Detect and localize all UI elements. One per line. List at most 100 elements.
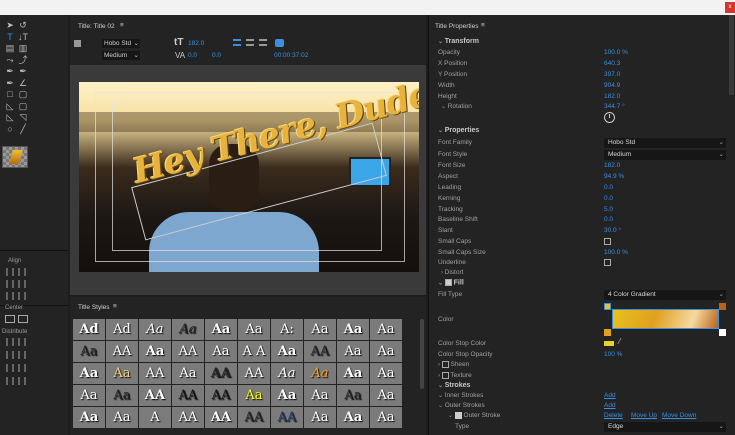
baseline-shift-value[interactable]: 0.0 bbox=[604, 216, 613, 223]
texture-checkbox[interactable] bbox=[441, 372, 449, 379]
font-family-select[interactable]: Hobo Std ⌄ bbox=[604, 138, 726, 148]
fill-type-select[interactable]: 4 Color Gradient ⌄ bbox=[604, 290, 726, 300]
small-caps-checkbox[interactable] bbox=[604, 238, 611, 245]
title-style-swatch[interactable]: Aa bbox=[106, 407, 138, 428]
title-style-swatch[interactable]: Aa bbox=[370, 341, 402, 362]
rotation-value[interactable]: 344.7 ° bbox=[604, 103, 625, 110]
title-style-swatch[interactable]: AA bbox=[139, 385, 171, 406]
title-style-swatch[interactable]: AA bbox=[205, 407, 237, 428]
color-stop-bottom-right[interactable] bbox=[719, 329, 726, 336]
title-style-swatch[interactable]: Aa bbox=[337, 407, 369, 428]
title-style-swatch[interactable]: Aa bbox=[139, 341, 171, 362]
height-value[interactable]: 182.0 bbox=[604, 93, 620, 100]
inner-strokes-toggle[interactable]: ⌄ Inner Strokes bbox=[438, 392, 483, 399]
align-distribute-button[interactable] bbox=[6, 351, 14, 359]
kerning-value[interactable]: 0.0 bbox=[604, 195, 613, 202]
rotation-dial[interactable] bbox=[604, 112, 615, 123]
clipped-corner-tool-icon[interactable]: ◺ bbox=[5, 101, 15, 111]
rounded-corner-tool-icon[interactable]: ▢ bbox=[18, 101, 28, 111]
width-value[interactable]: 904.9 bbox=[604, 82, 620, 89]
title-style-swatch[interactable]: Aa bbox=[271, 385, 303, 406]
title-style-swatch[interactable]: Aa bbox=[205, 319, 237, 340]
font-style-select[interactable]: Medium ⌄ bbox=[604, 150, 726, 160]
title-style-swatch[interactable]: AA bbox=[139, 363, 171, 384]
color-stop-top-left[interactable] bbox=[604, 303, 611, 310]
title-style-swatch[interactable]: Aa bbox=[337, 385, 369, 406]
title-style-swatch[interactable]: Ad bbox=[73, 319, 105, 340]
center-vertical-button[interactable] bbox=[18, 315, 28, 323]
title-style-swatch[interactable]: AA bbox=[238, 363, 270, 384]
title-style-swatch[interactable]: A bbox=[139, 407, 171, 428]
type-tool-icon[interactable]: T bbox=[5, 32, 15, 42]
outer-stroke-checkbox[interactable] bbox=[454, 412, 462, 419]
fill-checkbox[interactable] bbox=[444, 279, 452, 286]
sheen-toggle[interactable]: › Sheen bbox=[438, 361, 469, 368]
title-style-swatch[interactable]: Aa bbox=[238, 385, 270, 406]
opacity-value[interactable]: 100.0 % bbox=[604, 49, 628, 56]
add-outer-stroke-link[interactable]: Add bbox=[604, 402, 616, 409]
align-distribute-button[interactable] bbox=[18, 280, 26, 288]
title-style-swatch[interactable]: Aa bbox=[304, 407, 336, 428]
stroke-type-select[interactable]: Edge ⌄ bbox=[604, 422, 726, 432]
tracking-value[interactable]: 5.0 bbox=[604, 206, 613, 213]
title-style-swatch[interactable]: Aa bbox=[106, 385, 138, 406]
close-icon[interactable]: x bbox=[725, 2, 735, 13]
slant-value[interactable]: 30.0 ° bbox=[604, 227, 621, 234]
title-style-swatch[interactable]: AA bbox=[271, 407, 303, 428]
align-distribute-button[interactable] bbox=[18, 351, 26, 359]
fill-section[interactable]: ⌄ Fill bbox=[438, 279, 464, 286]
title-style-swatch[interactable]: AA bbox=[172, 341, 204, 362]
font-size-value[interactable]: 182.0 bbox=[188, 40, 204, 47]
title-style-swatch[interactable]: AA bbox=[205, 363, 237, 384]
title-style-swatch[interactable]: Aa bbox=[337, 319, 369, 340]
title-style-swatch[interactable]: Aa bbox=[304, 385, 336, 406]
align-distribute-button[interactable] bbox=[6, 338, 14, 346]
title-style-swatch[interactable]: Aa bbox=[139, 319, 171, 340]
rectangle-tool-icon[interactable]: □ bbox=[5, 89, 15, 99]
selection-tool-icon[interactable]: ➤ bbox=[5, 20, 15, 30]
area-type-tool-icon[interactable]: ▤ bbox=[5, 43, 15, 53]
vertical-type-tool-icon[interactable]: ↓T bbox=[18, 32, 28, 42]
style-swatch-thumbnail[interactable] bbox=[2, 146, 28, 168]
x-position-value[interactable]: 640.3 bbox=[604, 60, 620, 67]
title-style-swatch[interactable]: AA bbox=[304, 341, 336, 362]
title-style-swatch[interactable]: Aa bbox=[73, 385, 105, 406]
title-style-swatch[interactable]: Aa bbox=[337, 341, 369, 362]
align-distribute-button[interactable] bbox=[6, 292, 14, 300]
background-video-toggle[interactable] bbox=[74, 40, 81, 47]
y-position-value[interactable]: 397.0 bbox=[604, 71, 620, 78]
align-left-icon[interactable] bbox=[233, 39, 241, 46]
strokes-section[interactable]: ⌄ Strokes bbox=[438, 382, 470, 389]
delete-stroke-link[interactable]: Delete bbox=[604, 412, 623, 419]
align-distribute-button[interactable] bbox=[6, 364, 14, 372]
title-style-swatch[interactable]: Aa bbox=[337, 363, 369, 384]
small-caps-size-value[interactable]: 100.0 % bbox=[604, 249, 628, 256]
align-distribute-button[interactable] bbox=[18, 364, 26, 372]
title-style-swatch[interactable]: AA bbox=[205, 385, 237, 406]
title-style-swatch[interactable]: A A bbox=[238, 341, 270, 362]
kerning-value[interactable]: 0.0 bbox=[188, 52, 197, 59]
line-tool-icon[interactable]: ╱ bbox=[18, 124, 28, 134]
title-style-swatch[interactable]: Aa bbox=[73, 363, 105, 384]
color-stop-bottom-left[interactable] bbox=[604, 329, 611, 336]
align-distribute-button[interactable] bbox=[18, 338, 26, 346]
title-style-swatch[interactable]: Aa bbox=[106, 363, 138, 384]
title-style-swatch[interactable]: Aa bbox=[271, 341, 303, 362]
title-style-swatch[interactable]: Aa bbox=[172, 363, 204, 384]
title-style-swatch[interactable]: Aa bbox=[205, 341, 237, 362]
delete-anchor-tool-icon[interactable]: ✒ bbox=[18, 66, 28, 76]
font-size-value[interactable]: 182.0 bbox=[604, 162, 620, 169]
align-distribute-button[interactable] bbox=[18, 377, 26, 385]
title-style-swatch[interactable]: Aa bbox=[370, 319, 402, 340]
title-style-swatch[interactable]: Aa bbox=[304, 363, 336, 384]
properties-section[interactable]: ⌄ Properties bbox=[438, 127, 479, 134]
align-distribute-button[interactable] bbox=[18, 268, 26, 276]
color-stop-opacity-value[interactable]: 100 % bbox=[604, 351, 622, 358]
title-style-swatch[interactable]: Aa bbox=[73, 407, 105, 428]
eyedropper-icon[interactable]: ⁄ bbox=[619, 337, 620, 346]
show-background-video-icon[interactable] bbox=[275, 39, 284, 47]
distort-toggle[interactable]: › Distort bbox=[441, 269, 463, 276]
title-style-swatch[interactable]: AA bbox=[172, 385, 204, 406]
wedge-tool-icon[interactable]: ◺ bbox=[5, 112, 15, 122]
title-style-swatch[interactable]: Aa bbox=[271, 363, 303, 384]
